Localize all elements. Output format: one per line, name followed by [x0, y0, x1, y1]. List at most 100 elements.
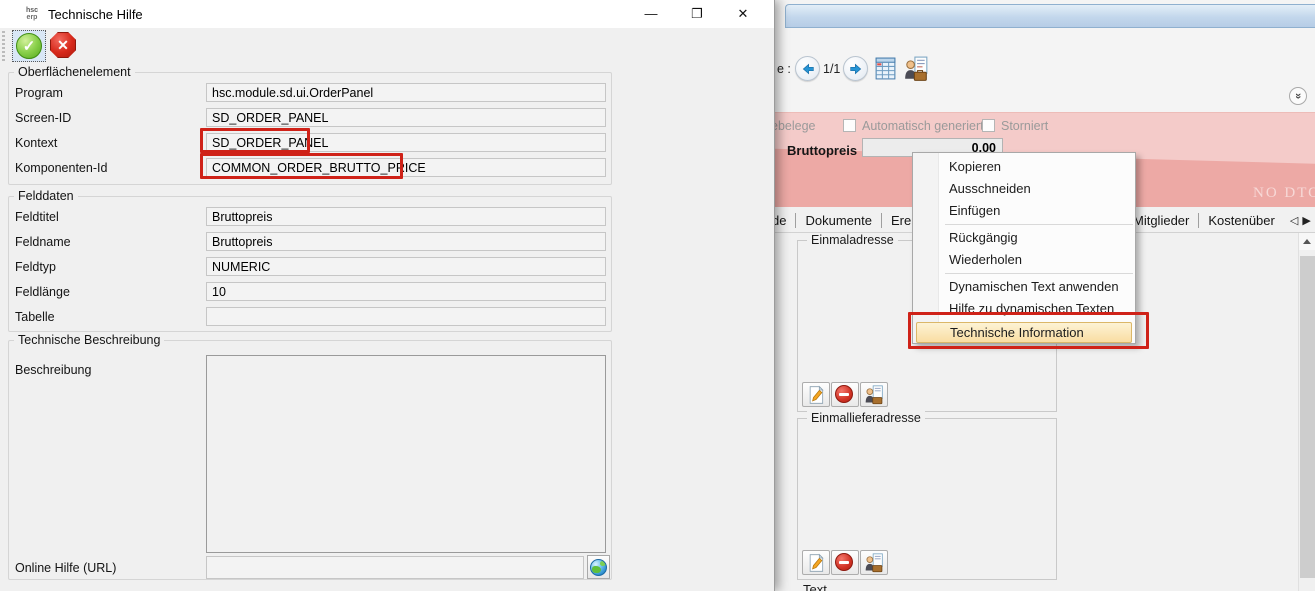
tab-scroll-left-icon[interactable]: ◁ [1290, 214, 1298, 227]
globe-icon [590, 559, 607, 576]
menu-item-wiederholen[interactable]: Wiederholen [913, 249, 1135, 271]
previous-record-button[interactable] [795, 56, 820, 81]
background-window-header [785, 4, 1315, 28]
person-briefcase-icon [864, 553, 884, 573]
auto-generated-label: Automatisch generiert [862, 119, 984, 133]
close-button[interactable]: ✕ [720, 0, 766, 28]
einmaladresse-title: Einmaladresse [807, 233, 898, 247]
einmallieferadresse-title: Einmallieferadresse [807, 411, 925, 425]
maximize-button[interactable]: ❐ [674, 0, 720, 28]
triangle-up-icon [1303, 239, 1311, 244]
scrollbar-thumb[interactable] [1300, 256, 1315, 578]
komponenten-id-label: Komponenten-Id [15, 161, 107, 175]
feldlaenge-field[interactable]: 10 [206, 282, 606, 301]
oberflaechenelement-title: Oberflächenelement [14, 65, 135, 79]
ok-button-focus-frame: ✓ [12, 30, 46, 62]
dialog-toolbar: ✓ ✕ [0, 28, 774, 64]
scroll-up-button[interactable] [1299, 233, 1315, 250]
bruttopreis-label: Bruttopreis [787, 143, 857, 158]
menu-separator [945, 273, 1133, 274]
beschreibung-textarea[interactable] [206, 355, 606, 553]
nav-label-fragment: e : [777, 62, 791, 76]
tab-scroll-right-icon[interactable]: ▶ [1302, 214, 1310, 227]
double-chevron-up-icon: » [1290, 93, 1306, 99]
banner-checkbox-row: ebelege Automatisch generiert Storniert [775, 114, 1315, 136]
feldname-field[interactable]: Bruttopreis [206, 232, 606, 251]
cancel-button[interactable]: ✕ [50, 32, 76, 58]
felddaten-title: Felddaten [14, 189, 78, 203]
annotation-komponenten-id-highlight [200, 153, 403, 179]
menu-item-einfuegen[interactable]: Einfügen [913, 200, 1135, 222]
arrow-right-icon [848, 61, 864, 77]
edit-delivery-address-button[interactable] [802, 550, 830, 575]
text-section-label: Text [803, 582, 827, 591]
auto-generated-checkbox[interactable] [843, 119, 856, 132]
select-customer-button[interactable] [860, 382, 888, 407]
annotation-technische-information-highlight [908, 312, 1149, 349]
collapse-panel-button[interactable]: » [1289, 87, 1307, 105]
tabelle-label: Tabelle [15, 310, 55, 324]
beschreibung-label: Beschreibung [15, 363, 91, 377]
toolbar-grip[interactable] [2, 31, 5, 61]
screen-id-field[interactable]: SD_ORDER_PANEL [206, 108, 606, 127]
remove-delivery-address-button[interactable] [831, 550, 859, 575]
menu-item-dyn-text-anwenden[interactable]: Dynamischen Text anwenden [913, 276, 1135, 298]
screen-id-label: Screen-ID [15, 111, 71, 125]
annotation-kontext-highlight [200, 128, 310, 153]
einmallieferadresse-group: Einmallieferadresse [797, 418, 1057, 580]
feldlaenge-label: Feldlänge [15, 285, 70, 299]
tab-kostenueber[interactable]: Kostenüber [1199, 213, 1284, 228]
feldname-label: Feldname [15, 235, 71, 249]
feldtyp-label: Feldtyp [15, 260, 56, 274]
remove-icon [835, 553, 853, 571]
menu-item-ausschneiden[interactable]: Ausschneiden [913, 178, 1135, 200]
no-dto-watermark: NO DTO [1253, 185, 1315, 202]
dialog-title: Technische Hilfe [48, 7, 143, 22]
storniert-checkbox[interactable] [982, 119, 995, 132]
remove-address-button[interactable] [831, 382, 859, 407]
open-url-button[interactable] [587, 555, 610, 579]
online-hilfe-label: Online Hilfe (URL) [15, 561, 116, 575]
menu-separator [945, 224, 1133, 225]
next-record-button[interactable] [843, 56, 868, 81]
table-icon [873, 56, 898, 81]
tabelle-field[interactable] [206, 307, 606, 326]
record-navigation-bar: e : 1/1 [775, 54, 1315, 86]
select-delivery-customer-button[interactable] [860, 550, 888, 575]
arrow-left-icon [800, 61, 816, 77]
vertical-scrollbar[interactable] [1298, 233, 1315, 591]
remove-icon [835, 385, 853, 403]
feldtitel-field[interactable]: Bruttopreis [206, 207, 606, 226]
program-label: Program [15, 86, 63, 100]
online-hilfe-field[interactable] [206, 556, 584, 579]
feldtyp-field[interactable]: NUMERIC [206, 257, 606, 276]
screenshot-root: e : 1/1 [0, 0, 1315, 591]
edit-address-button[interactable] [802, 382, 830, 407]
check-icon: ✓ [23, 38, 36, 55]
page-indicator: 1/1 [823, 62, 840, 76]
x-icon: ✕ [57, 37, 69, 53]
technische-beschreibung-title: Technische Beschreibung [14, 333, 164, 347]
feldtitel-label: Feldtitel [15, 210, 59, 224]
followup-label-fragment: ebelege [771, 119, 816, 133]
dialog-titlebar[interactable]: hscerp Technische Hilfe — ❐ ✕ [0, 0, 774, 28]
ok-button[interactable]: ✓ [16, 33, 42, 59]
menu-item-kopieren[interactable]: Kopieren [913, 156, 1135, 178]
person-briefcase-icon [903, 56, 929, 82]
table-view-button[interactable] [873, 56, 898, 84]
app-logo-icon: hscerp [22, 4, 42, 24]
felddaten-group: Felddaten Feldtitel Bruttopreis Feldname… [8, 196, 612, 332]
edit-icon [806, 385, 826, 405]
person-briefcase-icon [864, 385, 884, 405]
technische-beschreibung-group: Technische Beschreibung Beschreibung Onl… [8, 340, 612, 580]
tab-dokumente[interactable]: Dokumente [796, 213, 880, 228]
kontext-label: Kontext [15, 136, 57, 150]
storniert-label: Storniert [1001, 119, 1048, 133]
program-field[interactable]: hsc.module.sd.ui.OrderPanel [206, 83, 606, 102]
minimize-button[interactable]: — [628, 0, 674, 28]
tab-cluster-right: Mitglieder Kostenüber ◁ ▶ [1123, 207, 1315, 233]
edit-icon [806, 553, 826, 573]
customer-button[interactable] [903, 56, 929, 85]
technische-hilfe-dialog: hscerp Technische Hilfe — ❐ ✕ ✓ ✕ Oberfl… [0, 0, 775, 591]
menu-item-rueckgaengig[interactable]: Rückgängig [913, 227, 1135, 249]
